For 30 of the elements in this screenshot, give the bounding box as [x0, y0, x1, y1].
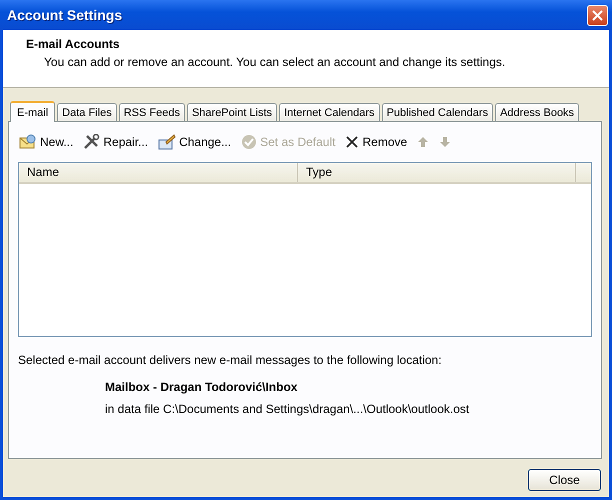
header-description: You can add or remove an account. You can select an account and change its settings.	[44, 55, 506, 69]
envelope-icon	[19, 134, 37, 150]
close-icon	[345, 135, 360, 149]
toolbar-button[interactable]: Change...	[158, 134, 232, 150]
close-dialog-button[interactable]: Close	[528, 469, 601, 491]
column-header[interactable]: Name	[19, 163, 298, 182]
tab[interactable]: Internet Calendars	[279, 103, 380, 121]
column-header[interactable]: Type	[298, 163, 576, 182]
account-list[interactable]: Name Type	[18, 162, 592, 337]
up-arrow-icon	[417, 136, 430, 148]
delivery-text: Selected e-mail account delivers new e-mail messages to the following location:	[18, 353, 443, 367]
tab[interactable]: Data Files	[57, 103, 117, 121]
toolbar-button[interactable]: New...	[19, 134, 74, 150]
check-icon	[241, 134, 258, 150]
down-arrow-icon	[439, 136, 452, 148]
close-icon	[592, 10, 603, 20]
tab[interactable]: SharePoint Lists	[186, 103, 278, 121]
mailbox-path: Mailbox - Dragan Todorović\Inbox	[105, 380, 298, 394]
tab[interactable]: Published Calendars	[382, 103, 494, 121]
tab[interactable]: Address Books	[495, 103, 580, 121]
close-button[interactable]	[587, 4, 608, 26]
window-title: Account Settings	[7, 7, 122, 23]
toolbar-button[interactable]: Remove	[345, 135, 408, 149]
tools-icon	[83, 134, 100, 150]
toolbar-button[interactable]: Repair...	[83, 134, 148, 150]
data-file-path: in data file C:\Documents and Settings\dragan\...\Outlook\outlook.ost	[105, 402, 470, 416]
card-icon	[158, 134, 176, 150]
header-title: E-mail Accounts	[26, 37, 121, 51]
tab[interactable]: RSS Feeds	[118, 103, 185, 121]
tab[interactable]: E-mail	[10, 101, 56, 122]
